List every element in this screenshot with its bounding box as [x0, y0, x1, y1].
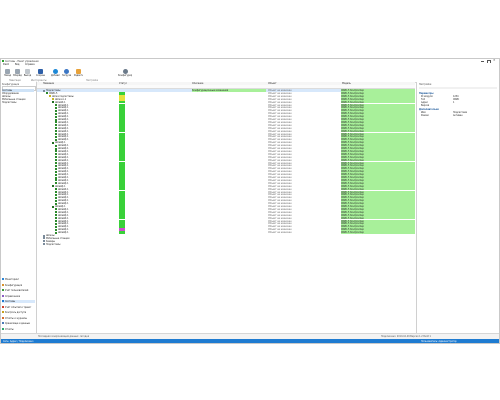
prop-value[interactable]: Активен	[453, 114, 493, 117]
nav-item-reports[interactable]: Отчёты	[2, 327, 35, 331]
nav-label: Хранилище и данные	[5, 322, 30, 325]
connection-left-text: Сеть: Адрес / Подключено	[3, 339, 34, 343]
nav-label: Системы	[5, 300, 16, 303]
nav-item-configuration[interactable]: Конфигурация	[2, 283, 35, 287]
add-label: Добавить	[51, 74, 60, 77]
minimize-icon[interactable]	[481, 60, 484, 62]
prop-key: Режим	[421, 114, 429, 117]
row-name: Подсистемы	[46, 242, 61, 246]
nav-label: Отчёты	[5, 327, 14, 331]
user-icon	[2, 289, 4, 291]
nav-label: Контроль доступа	[5, 311, 27, 314]
main-window: Системы - Пакет управления ✕ Файл Вид Сп…	[0, 58, 500, 344]
configure-label: Конфигурировать	[118, 74, 132, 77]
nav-item-systems[interactable]: Системы	[2, 300, 35, 303]
nav-item-reports-logs[interactable]: Отчёты и журналы	[2, 316, 35, 320]
add-button[interactable]: Добавить	[51, 68, 60, 81]
ribbon-toolbar: Назад Вперёд Выход Сохранить Добавить За…	[1, 66, 499, 83]
lock-icon	[2, 311, 4, 313]
nav-item-directories[interactable]: Справочники	[2, 294, 35, 298]
nav-label: Справочники	[5, 294, 21, 298]
monitor-icon	[2, 278, 4, 280]
prop-key: Версия	[421, 104, 430, 107]
folder-icon	[43, 243, 45, 246]
grid-rows: Подсистемы Конфигурационные изменения Объе…	[37, 89, 415, 333]
filter-row[interactable]	[37, 85, 415, 88]
properties-header: Настройки	[419, 83, 432, 86]
forward-label: Вперёд	[13, 74, 22, 77]
connection-bar: Сеть: Адрес / Подключено Пользователь: А…	[1, 339, 499, 343]
exit-label: Выход	[23, 74, 32, 77]
nav-label: Учёт событий и тревог	[5, 305, 32, 309]
properties-panel: Настройки Параметры ID модуля 1234 Тип С…	[416, 82, 499, 333]
book-icon	[2, 294, 4, 297]
prop-value[interactable]: 1	[453, 101, 493, 104]
nav-item-monitoring[interactable]: Мониторинг	[2, 278, 35, 281]
table-row[interactable]: Подсистемы	[37, 243, 415, 246]
bell-icon	[2, 305, 4, 308]
nav-label: Отчёты и журналы	[5, 316, 27, 320]
status-left-text: Последняя синхронизация данных: сегодня	[38, 335, 90, 338]
properties-toolbar	[419, 87, 497, 89]
nav-label: Мониторинг	[5, 278, 20, 281]
back-label: Назад	[3, 74, 11, 77]
close-icon[interactable]: ✕	[493, 59, 496, 62]
wrench-icon	[2, 283, 4, 286]
nav-item-events[interactable]: Учёт событий и тревог	[2, 305, 35, 309]
database-icon	[2, 322, 4, 324]
left-panel: Конфигурации Системы Оборудование Шлюзы …	[1, 82, 37, 333]
nav-item-access[interactable]: Контроль доступа	[2, 311, 35, 314]
save-label: Сохранить	[36, 74, 45, 77]
device-grid: Название Статус Описание Объект Модель П…	[37, 82, 415, 333]
load-label: Загрузить	[62, 74, 71, 77]
network-icon	[2, 300, 4, 302]
left-item-subsystems[interactable]: Подсистемы	[2, 101, 34, 104]
nav-item-storage[interactable]: Хранилище и данные	[2, 322, 35, 325]
chart-icon	[2, 327, 4, 330]
load-button[interactable]: Загрузить	[62, 68, 71, 81]
grid-header: Название Статус Описание Объект Модель	[37, 82, 415, 89]
document-icon	[2, 316, 4, 319]
edit-button[interactable]: Редактировать	[74, 68, 83, 81]
edit-label: Редактировать	[74, 74, 83, 77]
app-logo-icon	[2, 60, 4, 62]
nav-item-users[interactable]: Учёт пользователей	[2, 289, 35, 292]
connection-right-text: Пользователь: Администратор	[421, 339, 457, 343]
status-right-text: Подключено: 2019-10-09 Версия 1.2 Build …	[381, 335, 431, 338]
nav-label: Конфигурация	[5, 283, 23, 287]
nav-label: Учёт пользователей	[5, 289, 29, 292]
configure-button[interactable]: Конфигурировать	[118, 68, 132, 81]
